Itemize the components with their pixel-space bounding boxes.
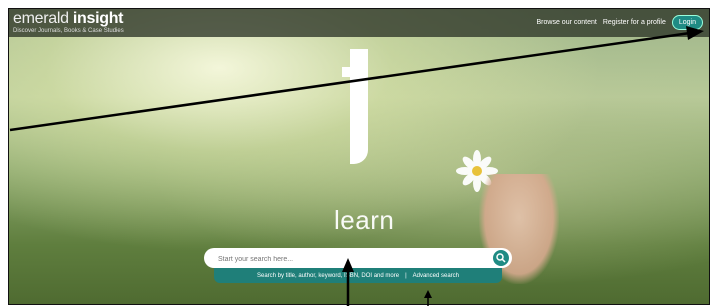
hero-word: learn	[334, 205, 395, 235]
login-button[interactable]: Login	[671, 15, 703, 30]
search-button[interactable]	[493, 250, 509, 266]
advanced-search-link[interactable]: Advanced search	[413, 273, 459, 279]
search-input[interactable]	[216, 251, 490, 267]
hint-separator: |	[405, 272, 407, 279]
search-hint-text: Search by title, author, keyword, ISBN, …	[256, 272, 400, 279]
top-nav: Browse our content Register for a profil…	[537, 15, 703, 30]
search-bar	[204, 248, 512, 268]
logo-insight: insight	[72, 10, 124, 27]
site-logo[interactable]: emerald insight Discover Journals, Books…	[13, 10, 124, 35]
logo-emerald: emerald	[13, 10, 69, 27]
register-profile-link[interactable]: Register for a profile	[603, 19, 666, 26]
search-hint-bar: Search by title, author, keyword, ISBN, …	[214, 268, 502, 283]
search-icon	[496, 253, 506, 263]
hero-t-letter	[342, 49, 382, 164]
top-header: emerald insight Discover Journals, Books…	[9, 9, 709, 37]
logo-tagline: Discover Journals, Books & Case Studies	[13, 28, 124, 34]
browse-content-link[interactable]: Browse our content	[537, 19, 597, 26]
